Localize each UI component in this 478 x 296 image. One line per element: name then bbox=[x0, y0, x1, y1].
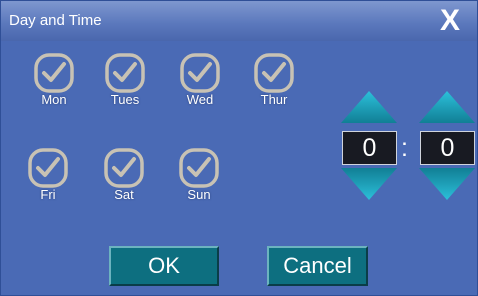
checkbox-checked-icon bbox=[179, 148, 219, 188]
hour-display[interactable]: 0 bbox=[342, 131, 397, 165]
checkbox-checked-icon bbox=[180, 53, 220, 93]
minute-up-arrow-icon[interactable] bbox=[417, 89, 477, 125]
day-label-sun: Sun bbox=[187, 187, 211, 202]
minute-display[interactable]: 0 bbox=[420, 131, 475, 165]
time-separator: : bbox=[401, 134, 408, 162]
day-checkbox-wed[interactable]: Wed bbox=[170, 52, 230, 118]
day-checkbox-sat[interactable]: Sat bbox=[94, 147, 154, 213]
close-button[interactable]: X bbox=[433, 4, 467, 38]
day-checkbox-sun[interactable]: Sun bbox=[169, 147, 229, 213]
minute-down-arrow-icon[interactable] bbox=[417, 166, 477, 202]
day-label-tues: Tues bbox=[110, 92, 140, 107]
title-bar: Day and Time X bbox=[1, 1, 477, 41]
day-label-sat: Sat bbox=[114, 187, 134, 202]
checkbox-checked-icon bbox=[105, 53, 145, 93]
checkbox-checked-icon bbox=[28, 148, 68, 188]
day-label-wed: Wed bbox=[186, 92, 214, 107]
day-label-thur: Thur bbox=[260, 92, 288, 107]
day-checkbox-fri[interactable]: Fri bbox=[18, 147, 78, 213]
hour-down-arrow-icon[interactable] bbox=[339, 166, 399, 202]
checkbox-checked-icon bbox=[104, 148, 144, 188]
checkbox-checked-icon bbox=[254, 53, 294, 93]
cancel-button[interactable]: Cancel bbox=[267, 246, 368, 286]
dialog-title: Day and Time bbox=[9, 12, 102, 29]
day-label-mon: Mon bbox=[41, 92, 67, 107]
day-checkbox-tues[interactable]: Tues bbox=[95, 52, 155, 118]
day-and-time-dialog: Day and Time X Mon Tues Wed Thur Fri Sat… bbox=[0, 0, 478, 296]
checkbox-checked-icon bbox=[34, 53, 74, 93]
ok-button[interactable]: OK bbox=[109, 246, 219, 286]
hour-up-arrow-icon[interactable] bbox=[339, 89, 399, 125]
day-label-fri: Fri bbox=[40, 187, 56, 202]
day-checkbox-thur[interactable]: Thur bbox=[244, 52, 304, 118]
day-checkbox-mon[interactable]: Mon bbox=[24, 52, 84, 118]
